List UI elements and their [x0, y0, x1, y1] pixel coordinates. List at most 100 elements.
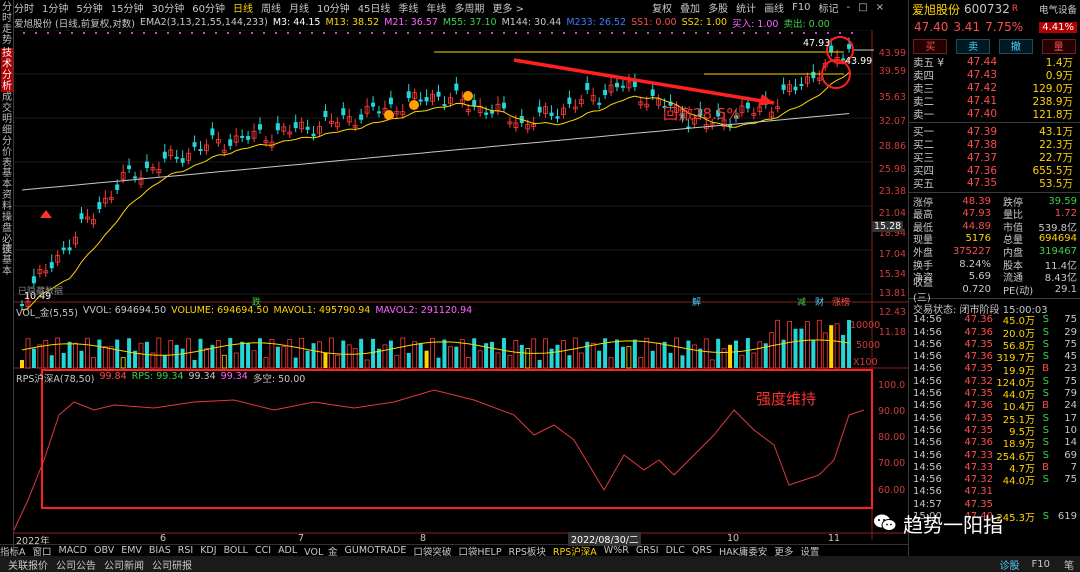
stat-value: 5.69 — [968, 271, 991, 283]
indicator-tab[interactable]: EMV — [121, 545, 142, 556]
rps-title: RPS沪深A(78,50) — [16, 374, 95, 385]
company-research-link[interactable]: 公司研报 — [152, 557, 192, 572]
quantity-button[interactable]: 量 — [1041, 38, 1076, 54]
period-weekly[interactable]: 周线 — [261, 0, 281, 15]
m55-value: M55: 37.10 — [442, 17, 497, 28]
related-quote-link[interactable]: 关联报价 — [8, 557, 48, 572]
tab-price-table[interactable]: 分价表 — [1, 136, 13, 169]
stat-value: 319467 — [1038, 246, 1077, 258]
indicator-tab[interactable]: BOLL — [224, 545, 248, 556]
multi-stock-button[interactable]: 多股 — [708, 0, 728, 15]
stock-chart[interactable] — [14, 30, 908, 555]
tick-price: 47.35 — [964, 424, 993, 436]
tick-price: 47.33 — [964, 449, 993, 461]
minimize-icon[interactable]: - — [847, 2, 851, 13]
period-intraday[interactable]: 分时 — [14, 0, 34, 15]
company-notice-link[interactable]: 公司公告 — [56, 557, 96, 572]
tick-side: S — [1042, 412, 1049, 424]
indicator-tab[interactable]: CCI — [255, 545, 271, 556]
bid-price: 47.36 — [966, 164, 997, 177]
period-10min[interactable]: 10分钟 — [317, 0, 350, 15]
indicator-tab[interactable]: RSI — [178, 545, 193, 556]
indicator-tab[interactable]: MACD — [59, 545, 87, 556]
ask-price: 47.44 — [966, 56, 997, 69]
indicator-tab[interactable]: W%R — [604, 545, 629, 556]
ask-price: 47.43 — [966, 69, 997, 82]
period-yearly[interactable]: 年线 — [426, 0, 446, 15]
period-60min[interactable]: 60分钟 — [192, 0, 225, 15]
period-monthly[interactable]: 月线 — [289, 0, 309, 15]
period-15min[interactable]: 15分钟 — [111, 0, 144, 15]
company-news-link[interactable]: 公司新闻 — [104, 557, 144, 572]
sell-button[interactable]: 卖 — [956, 38, 991, 54]
indicator-tab[interactable]: ADL — [278, 545, 297, 556]
period-45day[interactable]: 45日线 — [358, 0, 391, 15]
tab-basic-info[interactable]: 基本资料 — [1, 168, 13, 212]
period-multi[interactable]: 多周期 — [454, 0, 484, 15]
tick-side: S — [1042, 474, 1049, 486]
ask-book: 卖五 ¥47.44 1.4万 卖四 47.43 0.9万 卖三 47.42 129.0万 卖二 4… — [909, 56, 1080, 120]
f10-link[interactable]: F10 — [1032, 559, 1050, 570]
period-5min[interactable]: 5分钟 — [76, 0, 102, 15]
industry-label[interactable]: 电气设备 — [1039, 2, 1077, 16]
cancel-order-button[interactable]: 撤 — [998, 38, 1033, 54]
date-label-8: 8 — [420, 533, 427, 544]
indicator-tab[interactable]: KDJ — [200, 545, 216, 556]
period-1min[interactable]: 1分钟 — [42, 0, 68, 15]
buy-button[interactable]: 买 — [913, 38, 948, 54]
bid-price: 47.39 — [966, 125, 997, 138]
period-quarterly[interactable]: 季线 — [398, 0, 418, 15]
indicator-tab[interactable]: GUMOTRADE — [345, 545, 407, 556]
m21-value: M21: 36.57 — [384, 17, 438, 28]
tab-technical-analysis[interactable]: 技术分析 — [1, 48, 13, 92]
mark-button[interactable]: 标记 — [819, 0, 839, 15]
rps-ds: 多空: 50.00 — [252, 374, 306, 385]
tick-side: B — [1042, 363, 1049, 375]
tick-time: 14:56 — [913, 400, 942, 412]
tick-count: 7 — [1070, 461, 1077, 473]
diagnose-link[interactable]: 诊股 — [1000, 557, 1020, 572]
stat-value: 375227 — [952, 246, 991, 258]
sell-signal: 卖出: 0.00 — [783, 18, 830, 30]
tick-time: 14:56 — [913, 486, 942, 498]
indicator-tab[interactable]: OBV — [94, 545, 114, 556]
date-label-10: 10 — [727, 533, 740, 544]
tick-time: 14:56 — [913, 363, 942, 375]
tick-count: 10 — [1064, 424, 1077, 436]
statistics-button[interactable]: 统计 — [736, 0, 756, 15]
price-line: 47.40 3.41 7.75% 4.41% — [909, 18, 1080, 36]
tick-price: 47.35 — [964, 388, 993, 400]
period-more[interactable]: 更多 > — [492, 0, 524, 15]
indicator-tab[interactable]: BIAS — [149, 545, 171, 556]
draw-line-button[interactable]: 画线 — [764, 0, 784, 15]
tick-price: 47.35 — [964, 363, 993, 375]
tab-intraday[interactable]: 分时走势 — [1, 2, 13, 46]
overlay-button[interactable]: 叠加 — [680, 0, 700, 15]
indicator-tab[interactable]: DLC — [666, 545, 685, 556]
indicator-tab[interactable]: QRS — [692, 545, 712, 556]
candlestick-series — [20, 37, 852, 311]
tab-fundamental[interactable]: 控基本 — [1, 244, 13, 277]
date-label-6: 6 — [160, 533, 167, 544]
bid-book: 买一 47.39 43.1万 买二 47.38 22.3万 买三 47.37 22.7万 买四 47… — [909, 125, 1080, 190]
rps-v2: 99.34 — [188, 371, 216, 382]
pen-link[interactable]: 笔 — [1064, 557, 1074, 572]
tick-volume: 44.0万 — [1002, 476, 1035, 488]
tab-trade-detail[interactable]: 成交明细 — [1, 92, 13, 136]
maximize-icon[interactable]: □ — [858, 2, 867, 13]
indicator-tab[interactable]: GRSI — [636, 545, 659, 556]
tick-list[interactable]: 14:56 47.36 45.0万 S 75 14:56 47.36 20.0万 S 29 14:5… — [909, 314, 1080, 524]
stock-header: 爱旭股份 600732 R 电气设备 — [909, 0, 1080, 18]
tick-count: 23 — [1064, 363, 1077, 375]
bid-price: 47.35 — [966, 177, 997, 190]
quote-panel: 爱旭股份 600732 R 电气设备 47.40 3.41 7.75% 4.41… — [908, 0, 1080, 572]
restore-rights-button[interactable]: 复权 — [652, 0, 672, 15]
period-daily[interactable]: 日线 — [233, 0, 253, 15]
ss1-value: SS1: 0.00 — [631, 17, 677, 28]
close-icon[interactable]: × — [876, 2, 884, 13]
price-axis-label: 23.38 — [878, 186, 906, 197]
drawdown-annotation: 回撤28.5% — [663, 105, 741, 123]
f10-button[interactable]: F10 — [792, 2, 810, 13]
tick-side: S — [1042, 338, 1049, 350]
period-30min[interactable]: 30分钟 — [151, 0, 184, 15]
